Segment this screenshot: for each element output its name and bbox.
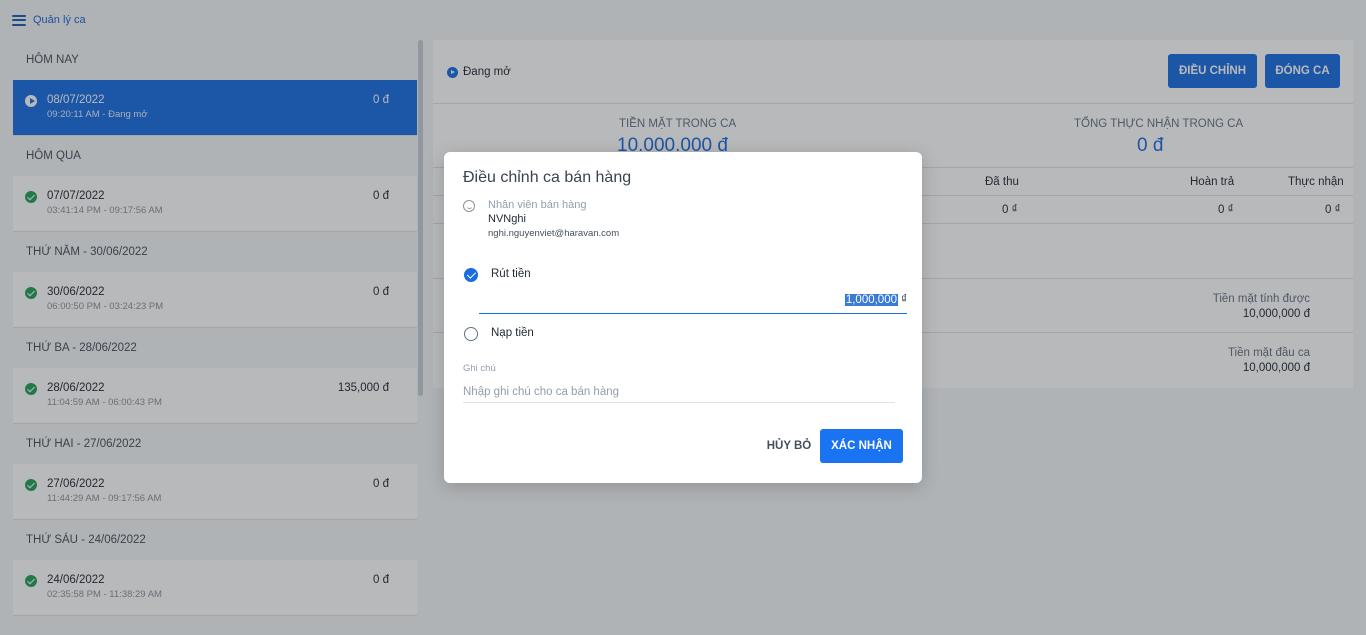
currency-symbol: ₫ xyxy=(901,294,907,306)
withdraw-label[interactable]: Rút tiền xyxy=(491,268,531,280)
staff-name: NVNghi xyxy=(488,213,526,225)
staff-email: nghi.nguyenviet@haravan.com xyxy=(488,228,620,239)
dialog-title: Điều chỉnh ca bán hàng xyxy=(463,169,632,186)
cancel-button[interactable]: HỦY BỎ xyxy=(762,429,816,463)
amount-value[interactable]: 1,000,000 xyxy=(844,294,898,306)
withdraw-radio[interactable] xyxy=(464,268,478,282)
deposit-label[interactable]: Nạp tiền xyxy=(491,327,534,339)
confirm-button[interactable]: XÁC NHẬN xyxy=(820,429,903,463)
amount-field[interactable]: 1,000,000 ₫ xyxy=(479,289,907,314)
user-icon xyxy=(463,200,475,212)
staff-label: Nhân viên bán hàng xyxy=(488,199,587,211)
note-input[interactable] xyxy=(463,381,895,403)
deposit-radio[interactable] xyxy=(464,327,478,341)
note-label: Ghi chú xyxy=(463,363,496,374)
adjust-shift-dialog: Điều chỉnh ca bán hàng Nhân viên bán hàn… xyxy=(444,152,922,483)
